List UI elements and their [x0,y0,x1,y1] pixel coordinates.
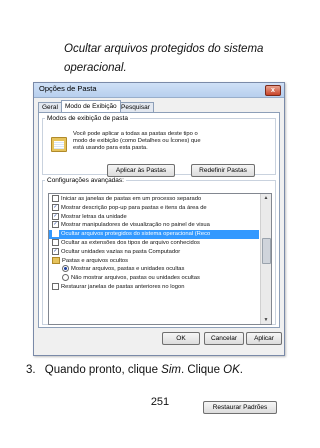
step-text-middle: . Clique [180,364,224,376]
advanced-setting-label: Restaurar janelas de pastas anteriores n… [61,284,185,290]
advanced-setting-label: Ocultar unidades vazias na pasta Computa… [61,248,181,255]
advanced-setting-row[interactable]: Restaurar janelas de pastas anteriores n… [49,282,259,292]
checkbox-checked[interactable]: ✓ [52,203,59,211]
advanced-setting-row[interactable]: ✓ Mostrar letras da unidade [49,212,259,222]
advanced-setting-row[interactable]: ✓ Mostrar descrição pop-up para pastas e … [49,203,259,213]
advanced-setting-label: Ocultar arquivos protegidos do sistema o… [61,231,211,238]
scroll-up-arrow-icon[interactable]: ▲ [261,194,271,202]
folder-views-legend: Modos de exibição de pasta [47,115,128,122]
checkbox-unchecked[interactable] [52,195,59,202]
apply-button[interactable]: Aplicar [246,332,282,345]
checkbox-checked[interactable]: ✓ [52,247,59,255]
ok-button[interactable]: OK [162,332,200,345]
advanced-setting-row[interactable]: Não mostrar arquivos, pastas ou unidades… [49,274,259,283]
list-scrollbar[interactable]: ▲ ▼ [260,194,271,324]
advanced-setting-row[interactable]: Mostrar arquivos, pastas e unidades ocul… [49,265,259,274]
advanced-setting-label: Não mostrar arquivos, pastas ou unidades… [71,275,200,282]
reset-folders-button[interactable]: Redefinir Pastas [191,164,255,177]
advanced-setting-label: Mostrar letras da unidade [61,213,127,220]
checkbox-unchecked[interactable] [52,282,59,290]
checkbox-checked[interactable]: ✓ [52,221,59,229]
advanced-setting-row[interactable]: Pastas e arquivos ocultos [49,256,259,266]
folder-views-description: Você pode aplicar a todas as pastas dest… [73,131,201,151]
advanced-settings-legend: Configurações avançadas: [47,177,124,184]
advanced-setting-row[interactable]: Ocultar arquivos protegidos do sistema o… [49,230,259,239]
advanced-setting-row[interactable]: ✓ Mostrar manipuladores de visualização n… [49,221,259,230]
step-text-before: Quando pronto, clique [44,364,162,376]
close-button[interactable]: x [265,85,281,96]
advanced-setting-label: Ocultar as extensões dos tipos de arquiv… [61,240,200,247]
checkbox-unchecked[interactable] [52,238,59,246]
step-number: 3. [26,364,36,376]
advanced-settings-group: Configurações avançadas: Iniciar as jane… [42,177,277,414]
folder-views-group: Modos de exibição de pasta Você pode apl… [42,115,276,177]
intro-text: Ocultar arquivos protegidos do sistema o… [64,43,264,74]
advanced-setting-row[interactable]: ✓ Ocultar unidades vazias na pasta Comput… [49,247,259,257]
tab-panel-view: Modos de exibição de pasta Você pode apl… [38,112,280,414]
step-instruction: 3. Quando pronto, clique Sim. Clique OK. [26,364,243,376]
dialog-title: Opções de Pasta [39,84,97,93]
checkbox-checked[interactable]: ✓ [52,212,59,220]
radio-selected[interactable] [62,265,69,273]
advanced-setting-label: Mostrar descrição pop-up para pastas e i… [61,204,207,211]
step-text-after: . [239,364,243,376]
advanced-settings-list[interactable]: Iniciar as janelas de pastas em um proce… [48,193,272,325]
tab-view[interactable]: Modo de Exibição [61,100,121,112]
page-number: 251 [150,396,170,408]
folder-options-dialog: Opções de Pasta x Geral Modo de Exibição… [33,82,285,414]
apply-to-folders-button[interactable]: Aplicar às Pastas [107,164,175,177]
step-ok: OK [223,364,240,376]
advanced-setting-label: Iniciar as janelas de pastas em um proce… [61,196,202,203]
tab-general[interactable]: Geral [38,102,62,112]
radio-unselected[interactable] [62,274,69,282]
scrollbar-thumb[interactable] [262,238,271,264]
step-sim: Sim [161,364,181,376]
advanced-setting-label: Pastas e arquivos ocultos [62,257,129,264]
advanced-setting-label: Mostrar manipuladores de visualização no… [61,222,210,229]
tab-search[interactable]: Pesquisar [117,102,154,112]
checkbox-unchecked[interactable] [52,230,59,238]
folder-icon [51,137,67,152]
advanced-settings-rows: Iniciar as janelas de pastas em um proce… [49,195,259,292]
advanced-setting-label: Mostrar arquivos, pastas e unidades ocul… [71,266,185,273]
advanced-setting-row[interactable]: Ocultar as extensões dos tipos de arquiv… [49,238,259,248]
folder-icon [52,256,60,264]
advanced-setting-row[interactable]: Iniciar as janelas de pastas em um proce… [49,195,259,204]
dialog-titlebar: Opções de Pasta x [34,83,284,98]
scroll-down-arrow-icon[interactable]: ▼ [261,316,271,324]
cancel-button[interactable]: Cancelar [204,332,244,345]
